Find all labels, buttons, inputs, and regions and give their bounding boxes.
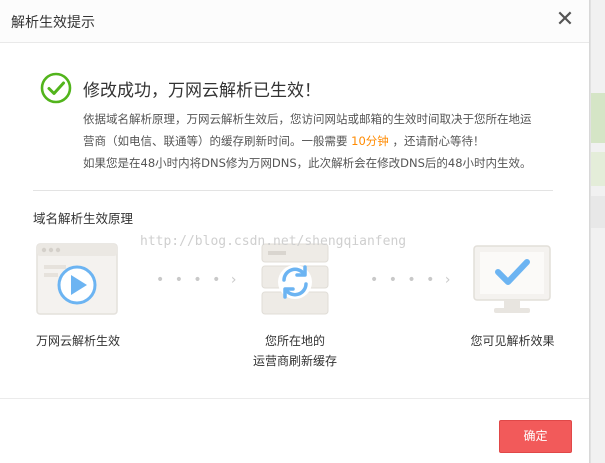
principle-title: 域名解析生效原理 (33, 211, 134, 226)
step-label-parse-effective: 万网云解析生效 (33, 331, 123, 351)
watermark-text: http://blog.csdn.net/shengqianfeng (140, 234, 407, 249)
description-line: 营商（如电信、联通等）的缓存刷新时间。一般需要 10分钟 ，还请耐心等待！ (83, 130, 563, 152)
step-text: 您所在地的 (264, 334, 325, 348)
dialog-header: 解析生效提示 ✕ (0, 0, 589, 43)
step-text: 万网云解析生效 (35, 334, 120, 348)
background-highlight (591, 152, 605, 186)
step-text: 您可见解析效果 (470, 334, 555, 348)
wait-time-highlight: 10分钟 (351, 134, 389, 148)
description-line: 如果您是在48小时内将DNS修为万网DNS，此次解析会在修改DNS后的48小时内… (83, 156, 532, 170)
description-line: 依据域名解析原理，万网云解析生效后，您访问网站或邮箱的生效时间取决于您所在地运 (83, 112, 532, 126)
close-icon[interactable]: ✕ (552, 6, 578, 34)
description-text: ，还请耐心等待！ (392, 134, 485, 148)
dns-effect-dialog: 解析生效提示 ✕ 修改成功，万网云解析已生效！ 依据域名解析原理，万网云解析生效… (0, 0, 590, 463)
success-check-icon (40, 72, 72, 104)
check-monitor-icon (473, 245, 551, 313)
background-page-strip (590, 0, 605, 463)
footer-divider (0, 398, 589, 399)
dialog-title: 解析生效提示 (11, 15, 95, 31)
success-title: 修改成功，万网云解析已生效！ (83, 81, 321, 101)
description-text: 营商（如电信、联通等）的缓存刷新时间。一般需要 (83, 134, 348, 148)
background-highlight (591, 196, 605, 228)
divider (33, 190, 553, 191)
refresh-server-icon (261, 243, 329, 315)
flow-arrow: • • • • › (156, 272, 240, 288)
success-description: 依据域名解析原理，万网云解析生效后，您访问网站或邮箱的生效时间取决于您所在地运 … (83, 108, 563, 174)
flow-arrow: • • • • › (370, 272, 454, 288)
background-highlight (591, 93, 605, 143)
confirm-button[interactable]: 确定 (499, 420, 572, 453)
step-label-visible-result: 您可见解析效果 (465, 331, 560, 351)
play-browser-icon (36, 243, 118, 315)
step-text: 运营商刷新缓存 (252, 354, 337, 368)
step-label-isp-cache: 您所在地的 运营商刷新缓存 (245, 331, 345, 371)
